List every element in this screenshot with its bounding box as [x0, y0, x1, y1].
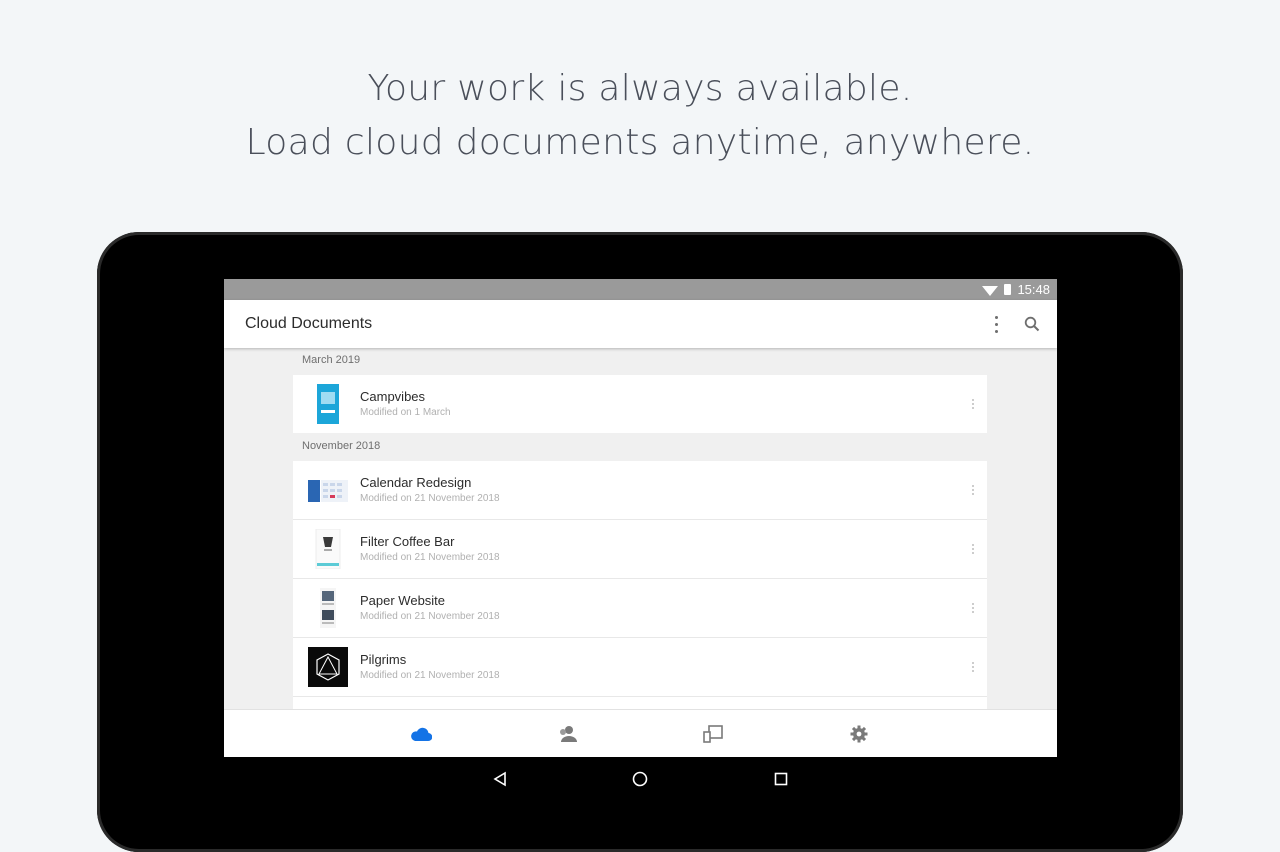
- nav-settings[interactable]: [847, 722, 871, 746]
- bottom-navigation: [224, 709, 1057, 757]
- document-more-button[interactable]: [961, 655, 985, 679]
- document-list: March 2019 Campvibes Modified on 1 March: [224, 348, 1057, 709]
- more-options-icon: [972, 399, 974, 409]
- filter-coffee-bar-thumbnail: [308, 528, 348, 570]
- wifi-icon: [982, 285, 999, 296]
- document-row[interactable]: Campvibes Modified on 1 March: [293, 375, 987, 433]
- system-navigation-bar: [224, 757, 1057, 800]
- recents-button[interactable]: [769, 767, 793, 791]
- document-more-button[interactable]: [961, 392, 985, 416]
- document-name: Campvibes: [360, 388, 426, 404]
- headline: Your work is always available. Load clou…: [0, 62, 1280, 170]
- more-options-button[interactable]: [979, 307, 1013, 341]
- back-icon: [493, 771, 506, 787]
- section-label: November 2018: [302, 440, 381, 452]
- app-bar: Cloud Documents: [224, 300, 1057, 348]
- document-modified: Modified on 21 November 2018: [360, 669, 500, 681]
- recents-icon: [774, 772, 788, 786]
- document-card: Campvibes Modified on 1 March: [293, 375, 987, 433]
- page-title: Cloud Documents: [245, 315, 373, 332]
- nav-shared[interactable]: [555, 722, 579, 746]
- document-modified: Modified on 21 November 2018: [360, 492, 500, 504]
- calendar-redesign-thumbnail: [308, 470, 348, 510]
- document-name: Paper Website: [360, 592, 446, 608]
- document-name: Calendar Redesign: [360, 474, 472, 490]
- status-time: 15:48: [1017, 282, 1050, 297]
- document-more-button[interactable]: [961, 478, 985, 502]
- more-options-icon: [972, 485, 974, 495]
- home-button[interactable]: [628, 767, 652, 791]
- home-icon: [632, 771, 648, 787]
- paper-website-thumbnail: [308, 588, 348, 628]
- devices-icon: [703, 725, 723, 743]
- settings-icon: [850, 725, 868, 743]
- tablet-screen: 15:48 Cloud Documents March 2019 Campvib…: [224, 279, 1057, 800]
- headline-line-1: Your work is always available.: [367, 68, 913, 109]
- status-bar: 15:48: [224, 279, 1057, 300]
- search-button[interactable]: [1015, 307, 1049, 341]
- document-more-button[interactable]: [961, 537, 985, 561]
- document-row[interactable]: Pilgrims Modified on 21 November 2018: [293, 637, 987, 696]
- battery-icon: [1004, 284, 1012, 295]
- cloud-icon: [411, 727, 432, 742]
- headline-line-2: Load cloud documents anytime, anywhere.: [245, 122, 1035, 163]
- campvibes-thumbnail: [308, 384, 348, 424]
- more-options-icon: [994, 315, 998, 333]
- document-row[interactable]: Filter Coffee Bar Modified on 21 Novembe…: [293, 519, 987, 578]
- section-label: March 2019: [302, 354, 361, 366]
- document-modified: Modified on 21 November 2018: [360, 551, 500, 563]
- nav-devices[interactable]: [701, 722, 725, 746]
- more-options-icon: [972, 603, 974, 613]
- document-row[interactable]: Paper Website Modified on 21 November 20…: [293, 578, 987, 637]
- document-row[interactable]: [293, 696, 987, 709]
- more-options-icon: [972, 544, 974, 554]
- more-options-icon: [972, 662, 974, 672]
- document-name: Filter Coffee Bar: [360, 533, 455, 549]
- document-name: Pilgrims: [360, 651, 407, 667]
- search-icon: [1024, 316, 1040, 332]
- people-icon: [560, 726, 577, 742]
- pilgrims-thumbnail: [308, 647, 348, 687]
- document-more-button[interactable]: [961, 596, 985, 620]
- document-card: Calendar Redesign Modified on 21 Novembe…: [293, 461, 987, 709]
- back-button[interactable]: [488, 767, 512, 791]
- nav-cloud-documents[interactable]: [409, 722, 433, 746]
- document-modified: Modified on 21 November 2018: [360, 610, 500, 622]
- document-row[interactable]: Calendar Redesign Modified on 21 Novembe…: [293, 461, 987, 519]
- document-modified: Modified on 1 March: [360, 406, 451, 418]
